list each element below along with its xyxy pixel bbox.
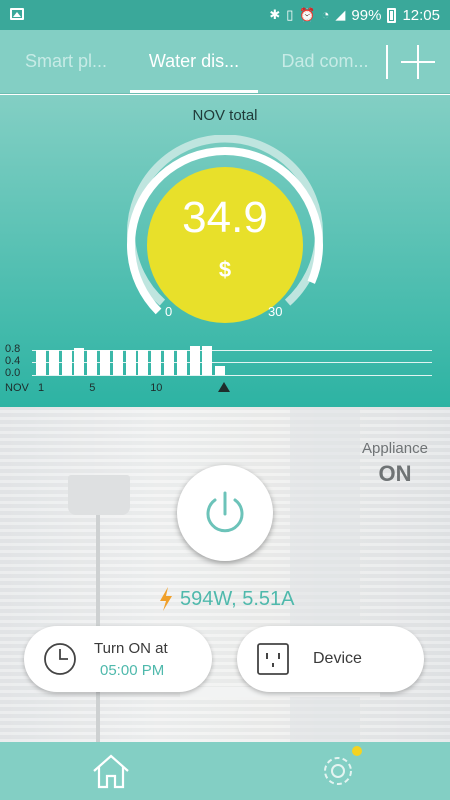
chart-bar: [125, 350, 136, 375]
wifi-icon: ◔: [321, 7, 330, 22]
signal-icon: ◢: [335, 7, 346, 22]
tab-water-dispenser[interactable]: Water dis...: [130, 30, 258, 94]
chart-bar: [215, 366, 226, 375]
bottom-navigation: [0, 742, 450, 800]
gauge-unit: $: [218, 257, 232, 282]
daily-usage-chart[interactable]: 0.8 0.4 0.0 NOV 1 5 10: [0, 340, 450, 400]
month-label: NOV: [5, 382, 29, 394]
chart-bar: [61, 350, 72, 375]
timer-time: 05:00 PM: [100, 662, 165, 679]
clock: 12:05: [402, 6, 440, 24]
chart-bar: [36, 350, 46, 375]
lightning-icon: [160, 587, 172, 611]
timer-button[interactable]: Turn ON at 05:00 PM: [24, 626, 212, 692]
gauge-title: NOV total: [192, 107, 258, 124]
y-tick-label: 0.4: [5, 355, 21, 367]
chart-bar: [189, 346, 200, 375]
tab-divider: [386, 45, 388, 79]
appliance-state: ON: [378, 461, 412, 486]
alarm-icon: ⏰: [299, 7, 316, 22]
timer-action-label: Turn ON at: [94, 640, 168, 657]
chart-bar: [48, 350, 59, 375]
power-toggle-button[interactable]: [177, 465, 273, 561]
status-bar: ✱ ▯ ⏰ ◔ ◢ 99% 12:05: [0, 0, 450, 30]
cost-gauge: [127, 135, 323, 323]
tab-smart-plug[interactable]: Smart pl...: [10, 30, 122, 94]
x-tick-label: 1: [38, 382, 45, 394]
gauge-max-label: 30: [268, 304, 283, 319]
chart-bar: [87, 350, 98, 375]
device-photo-area: Appliance ON 594W, 5.51A Turn ON at 05:0…: [0, 407, 450, 742]
power-reading: 594W, 5.51A: [158, 584, 295, 614]
chart-bar: [202, 346, 213, 375]
gear-icon[interactable]: [318, 752, 358, 790]
chart-bar: [74, 348, 85, 375]
gauge-min-label: 0: [165, 304, 173, 319]
gauge-face: [147, 167, 303, 323]
chart-bar: [100, 350, 110, 375]
battery-percent: 99%: [351, 6, 382, 24]
vibrate-icon: ▯: [286, 7, 294, 22]
clock-icon: [44, 643, 76, 675]
chart-bar: [151, 350, 162, 375]
chart-bar: [112, 350, 123, 375]
notification-dot: [352, 746, 362, 756]
bluetooth-icon: ✱: [269, 7, 281, 22]
outlet-icon: [257, 643, 289, 675]
active-tab-indicator: [130, 90, 258, 93]
status-icons: ✱ ▯ ⏰ ◔ ◢ 99% 12:05: [269, 5, 440, 25]
battery-icon: [387, 7, 397, 23]
power-icon: [206, 491, 244, 533]
appliance-label: Appliance: [362, 440, 428, 457]
y-tick-label: 0.8: [5, 343, 21, 355]
gauge-value: 34.9: [182, 193, 268, 242]
gallery-notification-icon: [10, 8, 24, 20]
gridline: [32, 375, 432, 376]
chart-bar: [164, 350, 174, 375]
device-label: Device: [313, 650, 362, 667]
current-day-marker: [218, 382, 230, 392]
tab-dad-computer[interactable]: Dad com...: [272, 30, 378, 94]
y-tick-label: 0.0: [5, 367, 21, 379]
x-tick-label: 10: [150, 382, 163, 394]
add-device-button[interactable]: [398, 42, 438, 82]
chart-bar: [176, 350, 187, 375]
device-button[interactable]: Device: [237, 626, 424, 692]
power-reading-text: 594W, 5.51A: [180, 587, 295, 610]
chart-bar: [138, 350, 149, 375]
x-tick-label: 5: [89, 382, 96, 394]
device-tabs: Smart pl... Water dis... Dad com...: [0, 30, 450, 94]
home-icon[interactable]: [91, 752, 131, 790]
